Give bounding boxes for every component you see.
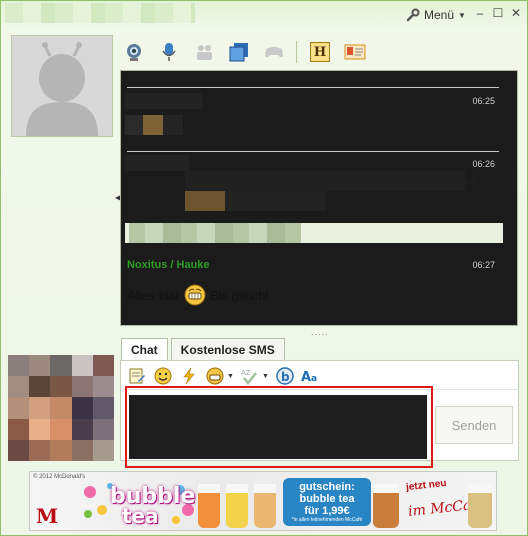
text-style-icon[interactable]: AZ	[240, 366, 260, 386]
title-bar: Menü ▼ – ☐ ✕	[1, 1, 527, 29]
contact-card-icon[interactable]	[342, 40, 368, 64]
tab-strip: Chat Kostenlose SMS	[121, 338, 285, 361]
redacted-text	[225, 191, 325, 211]
notepad-icon[interactable]	[127, 366, 147, 386]
redacted-text	[125, 115, 143, 135]
svg-text:a: a	[311, 374, 317, 384]
message-timestamp: 06:27	[472, 260, 495, 270]
ad-copyright: © 2012 McDonald's	[33, 474, 86, 480]
redacted-text	[129, 223, 301, 243]
format-toolbar: ▼ AZ ▼ b Aa	[127, 365, 321, 387]
tab-chat[interactable]: Chat	[121, 338, 168, 361]
message-text: Alles klar Bis gleich!	[127, 284, 269, 306]
ad-drinks-image	[468, 484, 492, 528]
svg-text:b: b	[281, 370, 290, 384]
emoticon-menu-icon[interactable]	[205, 366, 225, 386]
ad-jetzt-neu: jetzt neu	[405, 477, 448, 494]
lightning-icon[interactable]	[179, 366, 199, 386]
default-avatar-icon	[12, 36, 112, 136]
gamepad-icon[interactable]	[261, 40, 287, 64]
voucher-line2: bubble tea	[299, 493, 355, 505]
redacted-text	[125, 93, 203, 109]
tab-sms[interactable]: Kostenlose SMS	[170, 338, 285, 360]
menu-button[interactable]: Menü ▼	[406, 7, 466, 23]
message-fragment: nir	[465, 174, 479, 188]
chevron-down-icon[interactable]: ▼	[227, 373, 234, 380]
feature-toolbar: H	[121, 39, 377, 65]
ad-banner[interactable]: © 2012 McDonald's M bubble tea gutschein…	[29, 471, 497, 531]
send-button[interactable]: Senden	[435, 406, 513, 444]
h-label: H	[310, 42, 330, 62]
h-icon[interactable]: H	[307, 40, 333, 64]
message-divider	[127, 151, 499, 152]
ad-voucher: gutschein: bubble tea für 1,99€ *in alle…	[283, 478, 371, 526]
voucher-line1: gutschein:	[299, 481, 355, 493]
webcam-icon[interactable]	[121, 40, 147, 64]
message-divider	[127, 87, 499, 88]
voucher-price: für 1,99€	[304, 505, 350, 517]
resize-grip-icon[interactable]: .....	[311, 327, 329, 337]
message-text-start: Alles klar	[127, 287, 180, 303]
message-text-end: Bis gleich!	[209, 287, 269, 303]
message-timestamp: 06:25	[472, 96, 495, 106]
menu-label: Menü	[424, 8, 455, 22]
close-button[interactable]: ✕	[509, 6, 523, 20]
redacted-emoticon	[143, 115, 163, 135]
avatar[interactable]	[11, 35, 113, 137]
smiley-icon[interactable]	[153, 366, 173, 386]
messenger-window: Menü ▼ – ☐ ✕ ◀ H 06:25 06:26 nir Noxitus…	[0, 0, 528, 536]
contact-avatar[interactable]	[8, 355, 114, 461]
redacted-text	[125, 155, 189, 171]
font-size-icon[interactable]: Aa	[301, 366, 321, 386]
redacted-emoticon	[185, 191, 225, 211]
window-title-blurred	[5, 3, 195, 23]
svg-text:AZ: AZ	[241, 369, 251, 377]
grin-emoticon-icon	[184, 284, 206, 306]
ad-headline-line2: tea	[122, 504, 159, 528]
ad-drinks-image	[198, 484, 276, 528]
ad-drinks-image	[373, 484, 399, 528]
message-timestamp: 06:26	[472, 159, 495, 169]
redacted-text	[163, 115, 183, 135]
svg-text:A: A	[301, 370, 311, 385]
ad-headline: bubble tea	[80, 480, 195, 528]
input-highlight-box	[125, 386, 433, 468]
minimize-button[interactable]: –	[473, 6, 487, 20]
mcdonalds-logo: M	[36, 504, 59, 528]
window-icon[interactable]	[226, 40, 252, 64]
wrench-icon	[406, 8, 420, 22]
maximize-button[interactable]: ☐	[491, 6, 505, 20]
redacted-text	[185, 171, 465, 191]
chevron-down-icon[interactable]: ▼	[262, 373, 269, 380]
sender-name: Noxitus / Hauke	[127, 259, 210, 271]
microphone-icon[interactable]	[156, 40, 182, 64]
bold-b-icon[interactable]: b	[275, 366, 295, 386]
chat-history[interactable]: 06:25 06:26 nir Noxitus / Hauke 06:27 Al…	[120, 70, 518, 326]
group-icon[interactable]	[191, 40, 217, 64]
chat-scrollbar[interactable]	[503, 71, 517, 325]
toolbar-divider	[296, 41, 297, 63]
voucher-note: *in allen teilnehmenden McCafé	[291, 517, 363, 523]
chevron-down-icon: ▼	[458, 10, 466, 20]
